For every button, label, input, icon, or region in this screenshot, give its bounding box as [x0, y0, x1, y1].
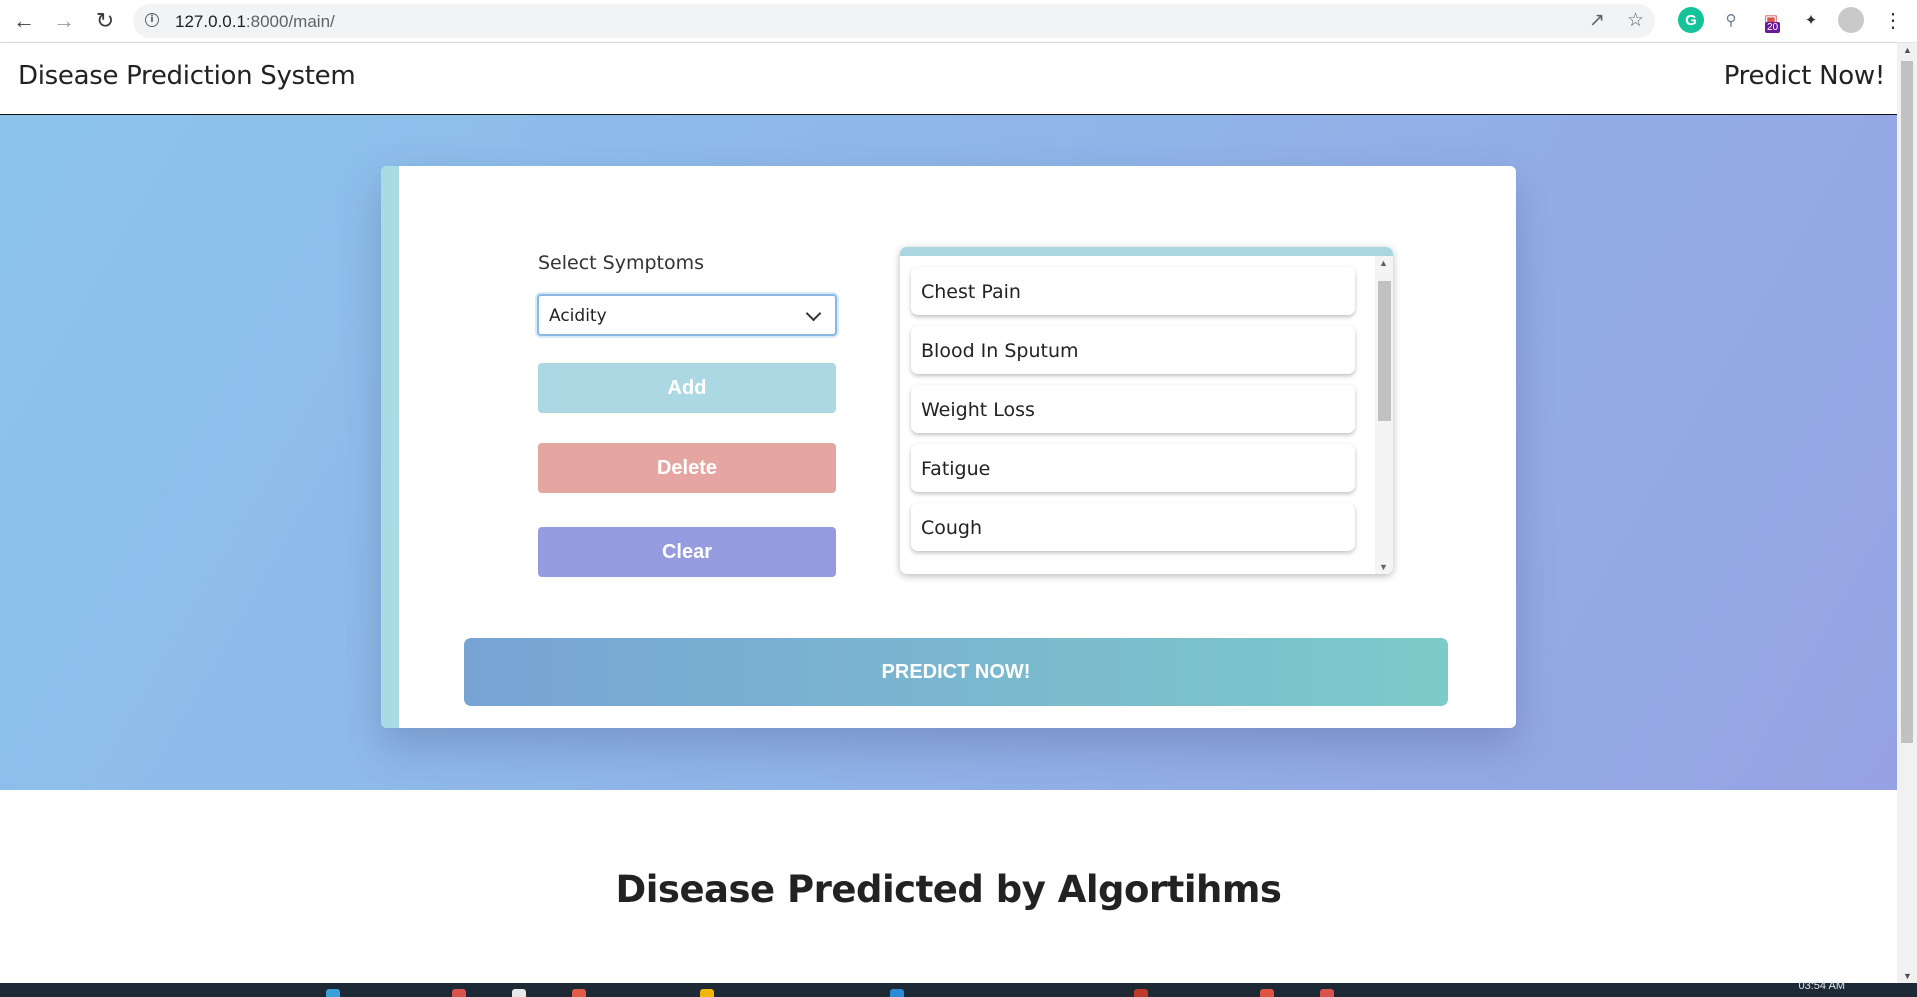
- browser-toolbar: ← → ↻ i 127.0.0.1:8000/main/ ↗ ☆ G ⚲ ▣ 2…: [0, 0, 1917, 43]
- search-extension-icon[interactable]: ⚲: [1718, 7, 1744, 33]
- selected-symptoms-list[interactable]: Chest Pain Blood In Sputum Weight Loss F…: [900, 247, 1393, 574]
- taskbar-app-icon[interactable]: [1320, 989, 1334, 997]
- list-scroll-thumb[interactable]: [1378, 281, 1391, 421]
- profile-avatar[interactable]: [1838, 7, 1864, 33]
- extensions-puzzle-icon[interactable]: ✦: [1798, 7, 1824, 33]
- list-item[interactable]: Blood In Sputum: [911, 326, 1355, 374]
- list-scrollbar[interactable]: ▲ ▼: [1375, 256, 1393, 574]
- add-button[interactable]: Add: [538, 363, 836, 413]
- list-item[interactable]: Weight Loss: [911, 385, 1355, 433]
- results-heading: Disease Predicted by Algortihms: [615, 868, 1282, 911]
- url-text: 127.0.0.1:8000/main/: [175, 12, 335, 31]
- taskbar-app-icon[interactable]: [1134, 989, 1148, 997]
- brand-title[interactable]: Disease Prediction System: [18, 61, 356, 91]
- page-scroll-down-icon[interactable]: ▼: [1903, 971, 1912, 981]
- site-info-icon[interactable]: i: [145, 13, 159, 27]
- taskbar-app-icon[interactable]: [890, 989, 904, 997]
- taskbar-app-icon[interactable]: [572, 989, 586, 997]
- taskbar-app-icon[interactable]: [1260, 989, 1274, 997]
- grammarly-extension-icon[interactable]: G: [1678, 7, 1704, 33]
- select-symptoms-label: Select Symptoms: [538, 252, 705, 274]
- page-scroll-thumb[interactable]: [1901, 61, 1913, 743]
- symptom-card: Select Symptoms Acidity Add Delete Clear…: [381, 166, 1516, 728]
- site-navbar: Disease Prediction System Predict Now!: [0, 43, 1897, 115]
- symptom-select[interactable]: Acidity: [537, 294, 837, 336]
- hero-section: Select Symptoms Acidity Add Delete Clear…: [0, 115, 1897, 790]
- taskbar-app-icon[interactable]: [326, 989, 340, 997]
- taskbar-clock[interactable]: 03:54 AM: [1799, 980, 1845, 992]
- taskbar-app-icon[interactable]: [700, 989, 714, 997]
- predict-now-link[interactable]: Predict Now!: [1724, 61, 1886, 91]
- delete-button[interactable]: Delete: [538, 443, 836, 493]
- taskbar-app-icon[interactable]: [452, 989, 466, 997]
- browser-menu-icon[interactable]: ⋮: [1880, 7, 1906, 33]
- bookmark-star-icon[interactable]: ☆: [1627, 9, 1644, 32]
- scroll-down-icon[interactable]: ▼: [1379, 562, 1388, 572]
- selected-symptom: Acidity: [549, 306, 607, 326]
- reload-icon[interactable]: ↻: [89, 5, 121, 37]
- os-taskbar: 03:54 AM: [0, 980, 1917, 997]
- page-scrollbar[interactable]: ▲ ▼: [1897, 43, 1917, 983]
- forward-arrow-icon[interactable]: →: [48, 5, 80, 37]
- taskbar-app-icon[interactable]: [512, 989, 526, 997]
- list-item[interactable]: Cough: [911, 503, 1355, 551]
- card-accent-strip: [381, 166, 399, 728]
- clear-button[interactable]: Clear: [538, 527, 836, 577]
- extension-badge: 20: [1765, 22, 1781, 33]
- list-item[interactable]: Chest Pain: [911, 267, 1355, 315]
- predict-now-button[interactable]: PREDICT NOW!: [464, 638, 1448, 706]
- scroll-up-icon[interactable]: ▲: [1379, 258, 1388, 268]
- page-scroll-up-icon[interactable]: ▲: [1903, 45, 1912, 55]
- chevron-down-icon: [805, 305, 822, 322]
- list-item[interactable]: Fatigue: [911, 444, 1355, 492]
- address-bar[interactable]: i 127.0.0.1:8000/main/ ↗ ☆: [133, 4, 1655, 38]
- list-header-bar: [900, 247, 1393, 256]
- back-arrow-icon[interactable]: ←: [8, 5, 40, 37]
- share-icon[interactable]: ↗: [1589, 9, 1605, 32]
